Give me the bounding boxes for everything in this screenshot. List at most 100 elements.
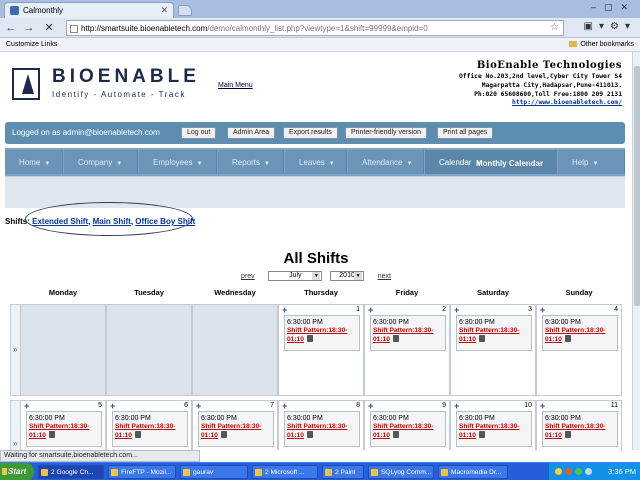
trash-icon[interactable] (306, 431, 313, 438)
add-entry-icon[interactable]: + (454, 402, 462, 411)
tab-company[interactable]: Company ▼ (64, 150, 138, 174)
shift-pattern-link[interactable]: Shift Pattern:18:30- (373, 422, 445, 431)
add-entry-icon[interactable]: + (454, 306, 462, 315)
main-menu-link[interactable]: Main Menu (218, 82, 253, 89)
page-menu-icons[interactable]: ▣▾⚙▾ (584, 21, 636, 32)
next-month-link[interactable]: next (378, 273, 391, 280)
add-entry-icon[interactable]: + (540, 306, 548, 315)
back-arrow-icon[interactable]: ← (4, 21, 18, 35)
bookmark-customize-links[interactable]: Customize Links (6, 41, 57, 48)
shift-pattern-link-end[interactable]: 01:10 (459, 431, 531, 440)
add-entry-icon[interactable]: + (196, 402, 204, 411)
calendar-cell[interactable]: + 3 6:30:00 PM Shift Pattern:18:30- 01:1… (450, 304, 536, 396)
start-button[interactable]: Start (0, 463, 34, 480)
calendar-cell[interactable]: + 4 6:30:00 PM Shift Pattern:18:30- 01:1… (536, 304, 622, 396)
admin-area-button[interactable]: Admin Area (227, 127, 276, 139)
shift-pattern-link-end[interactable]: 01:10 (459, 335, 531, 344)
calendar-cell[interactable]: + 1 6:30:00 PM Shift Pattern:18:30- 01:1… (278, 304, 364, 396)
browser-tab[interactable]: Calmonthly ✕ (4, 2, 174, 18)
shift-entry[interactable]: 6:30:00 PM Shift Pattern:18:30- 01:10 (26, 411, 102, 447)
tray-icon[interactable] (565, 468, 572, 475)
tab-attendance[interactable]: Attendance ▼ (348, 150, 424, 174)
calendar-cell[interactable]: + 7 6:30:00 PM Shift Pattern:18:30- 01:1… (192, 400, 278, 450)
other-bookmarks[interactable]: Other bookmarks (569, 41, 634, 48)
shift-pattern-link[interactable]: Shift Pattern:18:30- (287, 422, 359, 431)
submenu-monthly-calendar[interactable]: Monthly Calendar (476, 159, 543, 168)
trash-icon[interactable] (392, 335, 399, 342)
trash-icon[interactable] (564, 335, 571, 342)
calendar-cell[interactable]: + 5 6:30:00 PM Shift Pattern:18:30- 01:1… (20, 400, 106, 450)
shift-entry[interactable]: 6:30:00 PM Shift Pattern:18:30- 01:10 (370, 315, 446, 351)
add-entry-icon[interactable]: + (282, 306, 290, 315)
trash-icon[interactable] (48, 431, 55, 438)
taskbar-item-microsoft[interactable]: 2 Microsoft ... (252, 465, 318, 479)
shift-pattern-link-end[interactable]: 01:10 (373, 431, 445, 440)
year-select[interactable]: 2010 ▼ (330, 271, 365, 281)
shift-entry[interactable]: 6:30:00 PM Shift Pattern:18:30- 01:10 (284, 411, 360, 447)
shift-pattern-link-end[interactable]: 01:10 (545, 431, 617, 440)
vertical-scrollbar[interactable] (632, 52, 640, 450)
calendar-cell[interactable]: + 9 6:30:00 PM Shift Pattern:18:30- 01:1… (364, 400, 450, 450)
taskbar-item-paint[interactable]: 2 Paint (322, 465, 364, 479)
shift-pattern-link[interactable]: Shift Pattern:18:30- (201, 422, 273, 431)
shift-pattern-link[interactable]: Shift Pattern:18:30- (287, 326, 359, 335)
bookmark-star-icon[interactable]: ☆ (550, 22, 559, 33)
forward-arrow-icon[interactable]: → (22, 21, 36, 35)
print-all-pages-button[interactable]: Print all pages (437, 127, 494, 139)
shift-pattern-link[interactable]: Shift Pattern:18:30- (545, 326, 617, 335)
shift-entry[interactable]: 6:30:00 PM Shift Pattern:18:30- 01:10 (456, 411, 532, 447)
tab-employees[interactable]: Employees ▼ (139, 150, 217, 174)
taskbar-item-fireftp[interactable]: FireFTP - Mozil... (108, 465, 176, 479)
calendar-cell[interactable]: + 11 6:30:00 PM Shift Pattern:18:30- 01:… (536, 400, 622, 450)
shift-pattern-link[interactable]: Shift Pattern:18:30- (29, 422, 101, 431)
add-entry-icon[interactable]: + (282, 402, 290, 411)
shift-entry[interactable]: 6:30:00 PM Shift Pattern:18:30- 01:10 (542, 411, 618, 447)
trash-icon[interactable] (478, 431, 485, 438)
trash-icon[interactable] (306, 335, 313, 342)
address-bar[interactable]: http://smartsuite.bioenabletech.com/demo… (66, 20, 564, 36)
taskbar-item-chrome[interactable]: 2 Google Ch... (38, 465, 104, 479)
logout-button[interactable]: Log out (181, 127, 217, 139)
scrollbar-thumb[interactable] (634, 66, 640, 306)
reload-icon[interactable]: ✕ (42, 21, 56, 35)
shift-pattern-link[interactable]: Shift Pattern:18:30- (459, 326, 531, 335)
shift-pattern-link-end[interactable]: 01:10 (29, 431, 101, 440)
trash-icon[interactable] (392, 431, 399, 438)
add-entry-icon[interactable]: + (540, 402, 548, 411)
shift-entry[interactable]: 6:30:00 PM Shift Pattern:18:30- 01:10 (370, 411, 446, 447)
close-tab-icon[interactable]: ✕ (160, 5, 168, 16)
new-tab-button[interactable] (178, 5, 192, 16)
tray-icon[interactable] (575, 468, 582, 475)
add-entry-icon[interactable]: + (24, 402, 32, 411)
tab-help[interactable]: Help ▼ (558, 150, 625, 174)
trash-icon[interactable] (220, 431, 227, 438)
export-results-button[interactable]: Export results (283, 127, 338, 139)
shift-pattern-link[interactable]: Shift Pattern:18:30- (373, 326, 445, 335)
shift-pattern-link-end[interactable]: 01:10 (115, 431, 187, 440)
trash-icon[interactable] (564, 431, 571, 438)
tray-icon[interactable] (585, 468, 592, 475)
shift-pattern-link-end[interactable]: 01:10 (287, 335, 359, 344)
tab-leaves[interactable]: Leaves ▼ (285, 150, 347, 174)
add-entry-icon[interactable]: + (368, 306, 376, 315)
shift-entry[interactable]: 6:30:00 PM Shift Pattern:18:30- 01:10 (456, 315, 532, 351)
shift-entry[interactable]: 6:30:00 PM Shift Pattern:18:30- 01:10 (112, 411, 188, 447)
month-select[interactable]: July ▼ (268, 271, 323, 281)
shift-pattern-link[interactable]: Shift Pattern:18:30- (115, 422, 187, 431)
tab-reports[interactable]: Reports ▼ (218, 150, 284, 174)
add-entry-icon[interactable]: + (110, 402, 118, 411)
calendar-cell[interactable]: + 10 6:30:00 PM Shift Pattern:18:30- 01:… (450, 400, 536, 450)
add-entry-icon[interactable]: + (368, 402, 376, 411)
company-website-link[interactable]: http://www.bioenabletech.com/ (402, 99, 622, 106)
tray-icon[interactable] (555, 468, 562, 475)
shift-pattern-link[interactable]: Shift Pattern:18:30- (545, 422, 617, 431)
calendar-cell[interactable]: + 8 6:30:00 PM Shift Pattern:18:30- 01:1… (278, 400, 364, 450)
shift-pattern-link-end[interactable]: 01:10 (545, 335, 617, 344)
shift-entry[interactable]: 6:30:00 PM Shift Pattern:18:30- 01:10 (198, 411, 274, 447)
window-controls[interactable]: –▢✕ (591, 2, 636, 13)
taskbar-item-macromedia[interactable]: Macromedia Dr... (438, 465, 508, 479)
trash-icon[interactable] (478, 335, 485, 342)
shift-pattern-link-end[interactable]: 01:10 (373, 335, 445, 344)
printer-friendly-button[interactable]: Printer-friendly version (345, 127, 428, 139)
trash-icon[interactable] (134, 431, 141, 438)
